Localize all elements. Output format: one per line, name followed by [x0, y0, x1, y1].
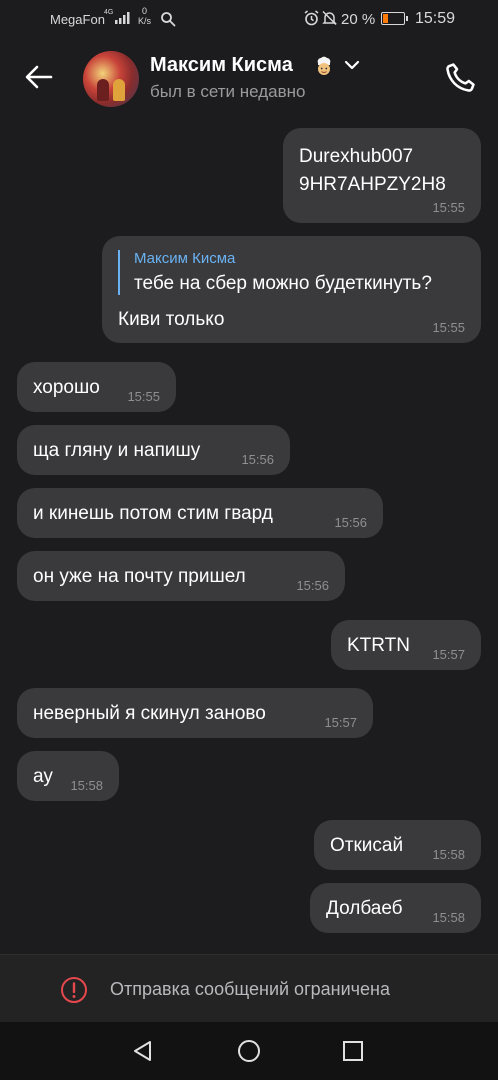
message-time: 15:55 — [432, 200, 465, 215]
message-time: 15:58 — [432, 910, 465, 925]
chat-header: Максим Кисма был в сети недавно — [0, 38, 498, 122]
message-text: Откисай — [330, 835, 404, 856]
message-time: 15:55 — [432, 320, 465, 335]
message-bubble-incoming[interactable]: неверный я скинул заново 15:57 — [17, 688, 373, 738]
speed-unit: K/s — [138, 16, 152, 26]
message-text: он уже на почту пришел — [33, 566, 246, 587]
message-text: неверный я скинул заново — [33, 703, 266, 724]
chevron-down-icon[interactable] — [344, 60, 360, 70]
message-time: 15:57 — [432, 647, 465, 662]
message-text: KTRTN — [347, 635, 410, 656]
carrier-name: MegaFon — [50, 12, 105, 27]
message-bubble-incoming[interactable]: и кинешь потом стим гвард 15:56 — [17, 488, 383, 538]
contact-name[interactable]: Максим Кисма — [150, 54, 293, 77]
avatar[interactable] — [83, 51, 139, 107]
system-navigation-bar — [0, 1022, 498, 1080]
message-time: 15:58 — [70, 778, 103, 793]
last-seen-status: был в сети недавно — [150, 82, 306, 101]
nav-recents-icon[interactable] — [343, 1041, 363, 1061]
back-arrow-icon[interactable] — [22, 60, 56, 94]
search-icon — [161, 12, 176, 27]
nav-back-icon[interactable] — [131, 1039, 155, 1063]
clock: 15:59 — [415, 10, 456, 27]
alarm-icon — [304, 10, 319, 26]
message-text: Киви только — [118, 309, 225, 330]
message-time: 15:56 — [296, 578, 329, 593]
mute-icon — [322, 10, 337, 26]
signal-icon — [115, 12, 130, 24]
network-speed: 0 K/s — [138, 6, 151, 26]
messaging-restricted-bar: Отправка сообщений ограничена — [0, 954, 498, 1023]
reply-quote[interactable]: Максим Кисма тебе на сбер можно будеткин… — [118, 250, 432, 295]
message-text: ща гляну и напишу — [33, 440, 201, 461]
message-text: и кинешь потом стим гвард — [33, 503, 273, 524]
message-time: 15:56 — [334, 515, 367, 530]
message-bubble-outgoing-reply[interactable]: Максим Кисма тебе на сбер можно будеткин… — [102, 236, 481, 343]
message-text: 9HR7AHPZY2H8 — [299, 174, 446, 195]
message-bubble-incoming[interactable]: ау 15:58 — [17, 751, 119, 801]
status-bar: MegaFon 4G 0 K/s 20 % 15:59 — [0, 0, 498, 38]
message-time: 15:55 — [127, 389, 160, 404]
error-icon — [61, 977, 87, 1003]
message-time: 15:58 — [432, 847, 465, 862]
message-bubble-outgoing[interactable]: Долбаеб 15:58 — [310, 883, 481, 933]
nav-home-icon[interactable] — [237, 1039, 261, 1063]
message-bubble-incoming[interactable]: хорошо 15:55 — [17, 362, 176, 412]
network-type: 4G — [104, 9, 114, 16]
message-bubble-outgoing[interactable]: Durexhub007 9HR7AHPZY2H8 15:55 — [283, 128, 481, 223]
speed-value: 0 — [142, 6, 148, 16]
message-text: Durexhub007 — [299, 146, 414, 167]
reply-author: Максим Кисма — [134, 250, 236, 267]
message-bubble-incoming[interactable]: ща гляну и напишу 15:56 — [17, 425, 290, 475]
message-text: хорошо — [33, 377, 100, 398]
phone-icon[interactable] — [444, 60, 478, 94]
message-text: Долбаеб — [326, 898, 403, 919]
restriction-text: Отправка сообщений ограничена — [110, 979, 390, 999]
battery-percent: 20 % — [341, 11, 376, 28]
battery-icon — [381, 12, 408, 25]
message-time: 15:56 — [241, 452, 274, 467]
chef-emoji-icon — [317, 56, 331, 75]
message-time: 15:57 — [324, 715, 357, 730]
reply-text: тебе на сбер можно будеткинуть? — [134, 273, 432, 294]
message-bubble-incoming[interactable]: он уже на почту пришел 15:56 — [17, 551, 345, 601]
message-bubble-outgoing[interactable]: Откисай 15:58 — [314, 820, 481, 870]
message-text: ау — [33, 766, 53, 787]
message-bubble-outgoing[interactable]: KTRTN 15:57 — [331, 620, 481, 670]
